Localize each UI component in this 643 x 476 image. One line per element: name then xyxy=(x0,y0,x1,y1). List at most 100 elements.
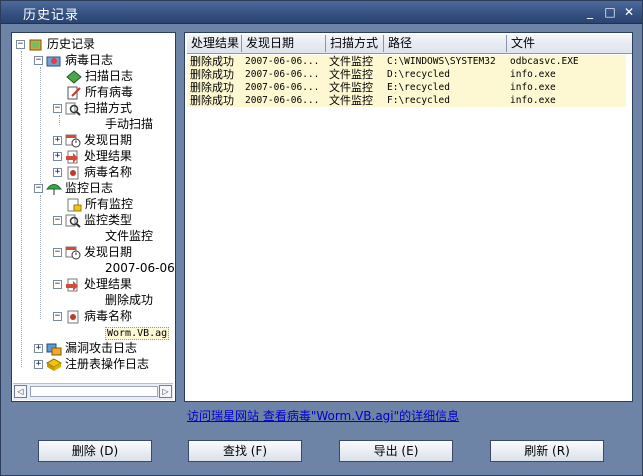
tree-item-m-discover-date[interactable]: − 发现日期 xyxy=(53,244,132,260)
column-header-date[interactable]: 发现日期 xyxy=(242,35,326,52)
cell-date: 2007-06-06... xyxy=(245,82,320,93)
column-header-path[interactable]: 路径 xyxy=(384,35,507,52)
delete-button[interactable]: 删除 (D) xyxy=(38,440,152,462)
cell-path: F:\recycled xyxy=(387,95,450,106)
table-row[interactable]: 删除成功 2007-06-06... 文件监控 C:\WINDOWS\SYSTE… xyxy=(187,55,626,68)
export-button[interactable]: 导出 (E) xyxy=(339,440,453,462)
tree-item-all-virus[interactable]: 所有病毒 xyxy=(66,84,133,100)
tree-item-m-virus-value[interactable]: Worm.VB.ag xyxy=(105,324,170,340)
cell-file: odbcasvc.EXE xyxy=(510,56,579,67)
cell-scan-method: 文件监控 xyxy=(329,68,373,81)
tree-label-m-delete-success: 删除成功 xyxy=(105,293,154,307)
scrollbar-thumb[interactable] xyxy=(30,386,158,397)
tree-item-file-monitor[interactable]: 文件监控 xyxy=(105,228,153,244)
tree-label-file-monitor: 文件监控 xyxy=(105,229,154,243)
tree-label-all-virus: 所有病毒 xyxy=(85,85,134,99)
close-button[interactable]: ✕ xyxy=(621,5,637,19)
tree-item-m-virus-name[interactable]: − 病毒名称 xyxy=(53,308,132,324)
magnifier-icon xyxy=(65,214,81,228)
virus-info-link[interactable]: 访问瑞星网站 查看病毒"Worm.VB.agi"的详细信息 xyxy=(187,407,459,424)
virus-log-icon xyxy=(46,54,62,68)
tree-label-history: 历史记录 xyxy=(47,37,96,51)
cell-date: 2007-06-06... xyxy=(245,56,320,67)
expand-icon[interactable]: + xyxy=(53,136,62,145)
virus-file-icon xyxy=(65,166,81,180)
tree-label-monitor-log: 监控日志 xyxy=(65,181,114,195)
tree-item-virus-log[interactable]: − 病毒日志 xyxy=(34,52,113,68)
tree-item-m-date-value[interactable]: 2007-06-06 xyxy=(105,260,175,276)
network-attack-icon xyxy=(46,342,62,356)
tree-root[interactable]: − 历史记录 xyxy=(16,36,95,52)
expand-icon[interactable]: + xyxy=(53,152,62,161)
column-header-scan-method[interactable]: 扫描方式 xyxy=(326,35,384,52)
tree-item-manual-scan[interactable]: 手动扫描 xyxy=(105,116,153,132)
tree-item-m-process-result[interactable]: − 处理结果 xyxy=(53,276,132,292)
tree-item-monitor-log[interactable]: − 监控日志 xyxy=(34,180,113,196)
cell-file: info.exe xyxy=(510,95,556,106)
registry-icon xyxy=(45,357,63,372)
collapse-icon[interactable]: − xyxy=(53,104,62,113)
table-row[interactable]: 删除成功 2007-06-06... 文件监控 F:\recycled info… xyxy=(187,94,626,107)
tree-item-virus-name[interactable]: + 病毒名称 xyxy=(53,164,132,180)
tree-item-process-result[interactable]: + 处理结果 xyxy=(53,148,132,164)
tree-item-registry-log[interactable]: + 注册表操作日志 xyxy=(34,356,149,372)
calendar-clock-icon xyxy=(65,134,81,148)
history-book-icon xyxy=(28,38,44,52)
tree-label-discover-date: 发现日期 xyxy=(84,133,133,147)
result-document-icon xyxy=(65,150,81,164)
cell-path: C:\WINDOWS\SYSTEM32 xyxy=(387,56,496,67)
tree-label-process-result: 处理结果 xyxy=(84,149,133,163)
collapse-icon[interactable]: − xyxy=(16,40,25,49)
tree-item-all-monitor[interactable]: 所有监控 xyxy=(66,196,133,212)
collapse-icon[interactable]: − xyxy=(34,56,43,65)
collapse-icon[interactable]: − xyxy=(53,216,62,225)
collapse-icon[interactable]: − xyxy=(53,248,62,257)
collapse-icon[interactable]: − xyxy=(34,184,43,193)
find-button[interactable]: 查找 (F) xyxy=(188,440,302,462)
scan-log-icon xyxy=(66,69,82,84)
cell-result: 删除成功 xyxy=(190,55,234,68)
tree-item-discover-date[interactable]: + 发现日期 xyxy=(53,132,132,148)
monitor-document-icon xyxy=(66,198,82,212)
tree-item-m-delete-success[interactable]: 删除成功 xyxy=(105,292,153,308)
tree-label-scan-log: 扫描日志 xyxy=(85,69,134,83)
collapse-icon[interactable]: − xyxy=(53,312,62,321)
tree-label-m-discover-date: 发现日期 xyxy=(84,245,133,259)
table-row[interactable]: 删除成功 2007-06-06... 文件监控 D:\recycled info… xyxy=(187,68,626,81)
tree-item-monitor-type[interactable]: − 监控类型 xyxy=(53,212,132,228)
expand-icon[interactable]: + xyxy=(34,344,43,353)
minimize-button[interactable]: _ xyxy=(582,5,598,19)
tree-label-all-monitor: 所有监控 xyxy=(85,197,134,211)
title-bar[interactable]: 历史记录 _ □ ✕ xyxy=(1,1,642,24)
virus-file-icon xyxy=(65,310,81,324)
tree-item-scan-log[interactable]: 扫描日志 xyxy=(66,68,133,84)
collapse-icon[interactable]: − xyxy=(53,280,62,289)
tree-label-virus-log: 病毒日志 xyxy=(65,53,114,67)
cell-date: 2007-06-06... xyxy=(245,95,320,106)
cell-file: info.exe xyxy=(510,69,556,80)
list-header: 处理结果 发现日期 扫描方式 路径 文件 xyxy=(187,35,632,54)
magnifier-icon xyxy=(65,102,81,116)
cell-date: 2007-06-06... xyxy=(245,69,320,80)
history-window: 历史记录 _ □ ✕ − 历史记录 − 病毒日志 扫描日志 所有病毒 − 扫描方… xyxy=(0,0,643,476)
tree-label-scan-method: 扫描方式 xyxy=(84,101,133,115)
calendar-clock-icon xyxy=(65,246,81,260)
tree-label-m-virus-name: 病毒名称 xyxy=(84,309,133,323)
expand-icon[interactable]: + xyxy=(53,168,62,177)
tree-label-manual-scan: 手动扫描 xyxy=(105,117,154,131)
tree-horizontal-scrollbar[interactable]: ◁ ▷ xyxy=(13,383,173,400)
expand-icon[interactable]: + xyxy=(34,360,43,369)
refresh-button[interactable]: 刷新 (R) xyxy=(490,440,604,462)
maximize-button[interactable]: □ xyxy=(602,5,618,19)
scroll-left-arrow-icon[interactable]: ◁ xyxy=(14,385,27,398)
scroll-right-arrow-icon[interactable]: ▷ xyxy=(159,385,172,398)
tree-label-monitor-type: 监控类型 xyxy=(84,213,133,227)
table-row[interactable]: 删除成功 2007-06-06... 文件监控 E:\recycled info… xyxy=(187,81,626,94)
tree-item-vuln-log[interactable]: + 漏洞攻击日志 xyxy=(34,340,137,356)
tree-item-scan-method[interactable]: − 扫描方式 xyxy=(53,100,132,116)
result-document-icon xyxy=(65,278,81,292)
column-header-result[interactable]: 处理结果 xyxy=(187,35,242,52)
tree-label-registry-log: 注册表操作日志 xyxy=(65,357,150,371)
cell-path: E:\recycled xyxy=(387,82,450,93)
column-header-file[interactable]: 文件 xyxy=(507,35,632,52)
